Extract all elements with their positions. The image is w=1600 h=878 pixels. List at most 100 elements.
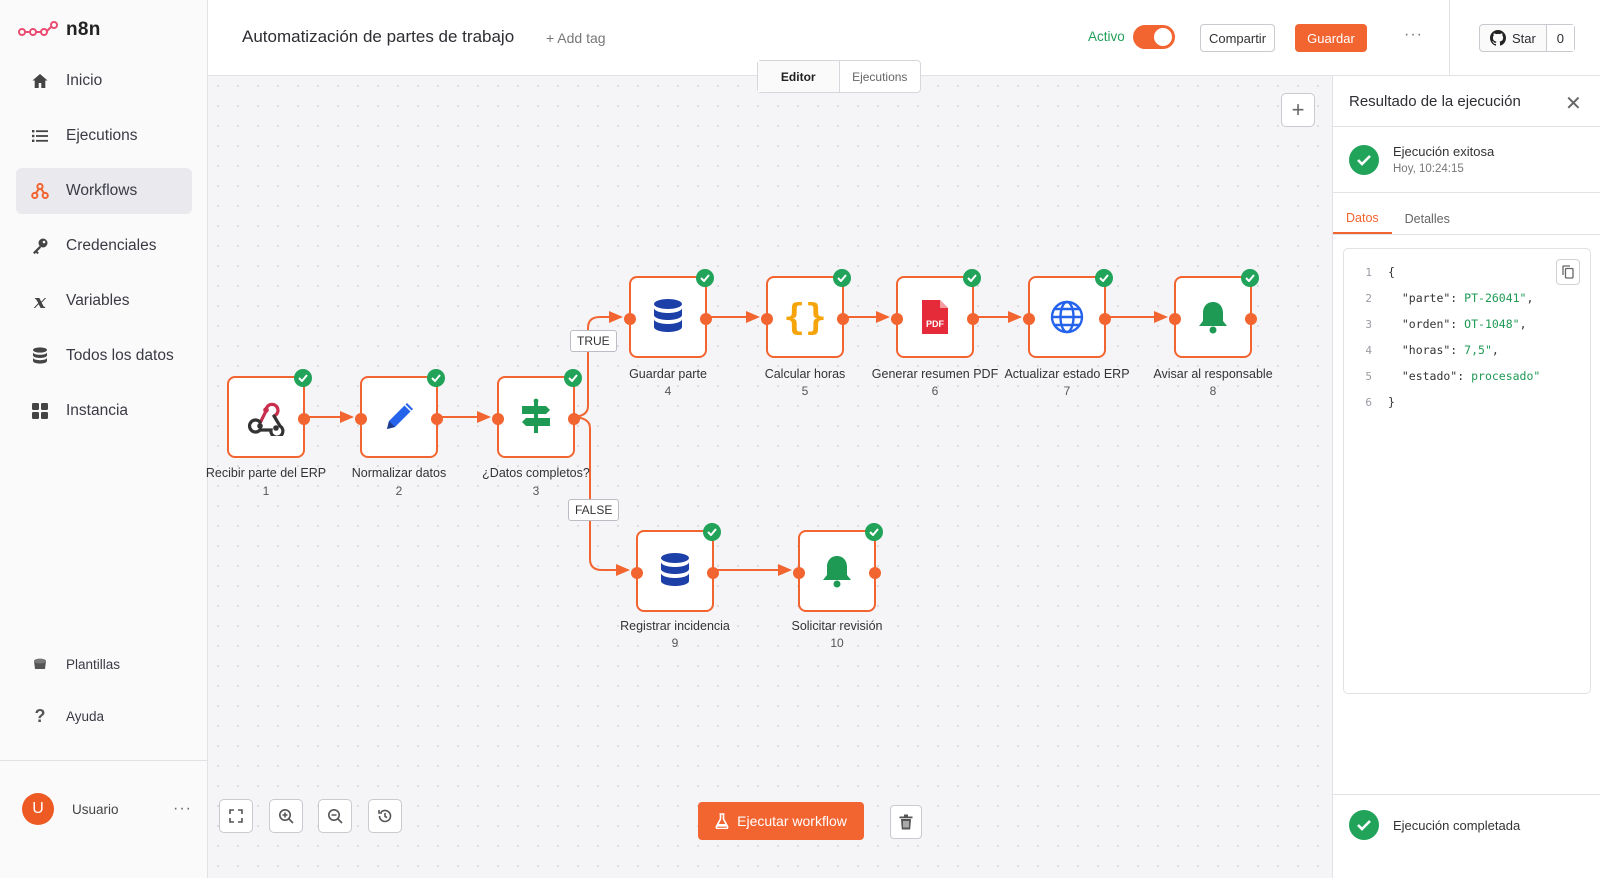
node-guardar-parte[interactable]	[624, 269, 714, 358]
avatar[interactable]: U	[22, 793, 54, 825]
output-port[interactable]	[1099, 313, 1111, 325]
close-icon[interactable]: ✕	[1565, 91, 1582, 116]
execute-workflow-button[interactable]: Ejecutar workflow	[698, 802, 864, 840]
sidebar-item-ejecutions[interactable]: Ejecutions	[16, 113, 192, 159]
list-icon	[30, 126, 50, 146]
output-port[interactable]	[967, 313, 979, 325]
github-icon	[1490, 30, 1506, 46]
svg-text:PDF: PDF	[926, 319, 945, 329]
sidebar-item-todos-los-datos[interactable]: Todos los datos	[16, 333, 192, 379]
sidebar-item-label: Workflows	[66, 182, 138, 199]
user-menu[interactable]: U Usuario ···	[22, 793, 192, 825]
output-port[interactable]	[1245, 313, 1257, 325]
node-datos-completos[interactable]	[492, 369, 582, 458]
node-recibir-parte-erp[interactable]	[227, 369, 312, 458]
input-port[interactable]	[492, 413, 504, 425]
node-number: 8	[1209, 384, 1217, 398]
zoom-out-button[interactable]	[318, 799, 352, 833]
variable-icon: x	[34, 289, 46, 313]
add-tag-button[interactable]: + Add tag	[546, 30, 606, 46]
copy-button[interactable]	[1556, 259, 1580, 285]
output-port[interactable]	[431, 413, 443, 425]
code-comma: ,	[1526, 291, 1534, 305]
input-port[interactable]	[1169, 313, 1181, 325]
json-output[interactable]: 1 { 2 "parte": PT-26041", 3 "orden": OT-…	[1343, 248, 1591, 694]
node-avisar-responsable[interactable]	[1169, 269, 1259, 358]
github-star-count: 0	[1546, 25, 1574, 51]
sidebar-item-label: Instancia	[66, 402, 129, 419]
input-port[interactable]	[631, 567, 643, 579]
save-button[interactable]: Guardar	[1295, 24, 1367, 52]
sidebar-item-instancia[interactable]: Instancia	[16, 388, 192, 434]
copy-icon	[1562, 265, 1574, 279]
n8n-logo[interactable]: n8n	[18, 16, 101, 44]
node-number: 7	[1063, 384, 1071, 398]
node-actualizar-estado-erp[interactable]	[1023, 269, 1113, 358]
input-port[interactable]	[355, 413, 367, 425]
node-number: 10	[830, 636, 844, 650]
success-check-icon	[703, 523, 721, 541]
output-port[interactable]	[298, 413, 310, 425]
workflow-title[interactable]: Automatización de partes de trabajo	[242, 27, 514, 47]
execution-timestamp: Hoy, 10:24:15	[1393, 163, 1464, 175]
webhook-icon	[229, 378, 303, 456]
code-key: "horas":	[1388, 343, 1465, 357]
tab-detalles[interactable]: Detalles	[1392, 204, 1463, 234]
code-line: 4 "horas": 7,5",	[1344, 337, 1498, 363]
zoom-in-button[interactable]	[269, 799, 303, 833]
add-node-button[interactable]: +	[1281, 93, 1315, 127]
node-registrar-incidencia[interactable]	[631, 523, 721, 612]
user-more-button[interactable]: ···	[173, 800, 192, 818]
execution-status-text: Ejecución exitosa	[1393, 144, 1495, 159]
sidebar-item-plantillas[interactable]: Plantillas	[16, 643, 192, 685]
active-label: Activo	[1088, 29, 1125, 44]
share-button[interactable]: Compartir	[1200, 24, 1275, 52]
sidebar-item-variables[interactable]: x Variables	[16, 278, 192, 324]
node-solicitar-revision[interactable]	[793, 523, 883, 612]
output-port[interactable]	[568, 413, 580, 425]
success-check-icon	[294, 369, 312, 387]
github-star-button[interactable]: Star 0	[1479, 24, 1575, 52]
input-port[interactable]	[1023, 313, 1035, 325]
branch-false-label: FALSE	[568, 499, 620, 521]
reset-zoom-button[interactable]	[368, 799, 402, 833]
input-port[interactable]	[761, 313, 773, 325]
output-port[interactable]	[707, 567, 719, 579]
pdf-icon: PDF	[898, 278, 972, 356]
output-port[interactable]	[837, 313, 849, 325]
bell-icon	[800, 532, 874, 610]
workflow-canvas[interactable]: + TRUE FALSE Recibir parte del ERP 1 Nor…	[206, 76, 1332, 878]
tab-editor[interactable]: Editor	[758, 61, 840, 92]
more-options-button[interactable]: ···	[1404, 26, 1423, 44]
sidebar-item-label: Todos los datos	[66, 347, 174, 364]
sidebar-item-workflows[interactable]: Workflows	[16, 168, 192, 214]
github-star[interactable]: Star	[1480, 25, 1547, 51]
sidebar-item-ayuda[interactable]: ? Ayuda	[16, 695, 192, 737]
node-label: ¿Datos completos?	[482, 466, 590, 480]
tab-datos[interactable]: Datos	[1333, 204, 1392, 234]
sidebar-item-credenciales[interactable]: Credenciales	[16, 223, 192, 269]
fit-view-button[interactable]	[219, 799, 253, 833]
node-normalizar-datos[interactable]	[355, 369, 445, 458]
bell-icon	[1176, 278, 1250, 356]
github-star-label: Star	[1512, 30, 1536, 46]
delete-button[interactable]	[890, 805, 922, 839]
sidebar-item-inicio[interactable]: Inicio	[16, 58, 192, 104]
active-toggle[interactable]	[1133, 25, 1175, 49]
node-calcular-horas[interactable]: {}	[761, 269, 851, 358]
output-port[interactable]	[869, 567, 881, 579]
workflow-icon	[30, 181, 50, 201]
tab-ejecutions[interactable]: Ejecutions	[840, 61, 921, 92]
node-generar-resumen-pdf[interactable]: PDF	[891, 269, 981, 358]
node-number: 9	[671, 636, 679, 650]
code-key: "orden":	[1388, 317, 1465, 331]
input-port[interactable]	[624, 313, 636, 325]
line-number: 3	[1365, 317, 1372, 331]
templates-icon	[30, 654, 50, 674]
grid-icon	[30, 401, 50, 421]
user-name: Usuario	[72, 801, 119, 817]
input-port[interactable]	[891, 313, 903, 325]
code-comma: ,	[1519, 317, 1527, 331]
input-port[interactable]	[793, 567, 805, 579]
output-port[interactable]	[700, 313, 712, 325]
